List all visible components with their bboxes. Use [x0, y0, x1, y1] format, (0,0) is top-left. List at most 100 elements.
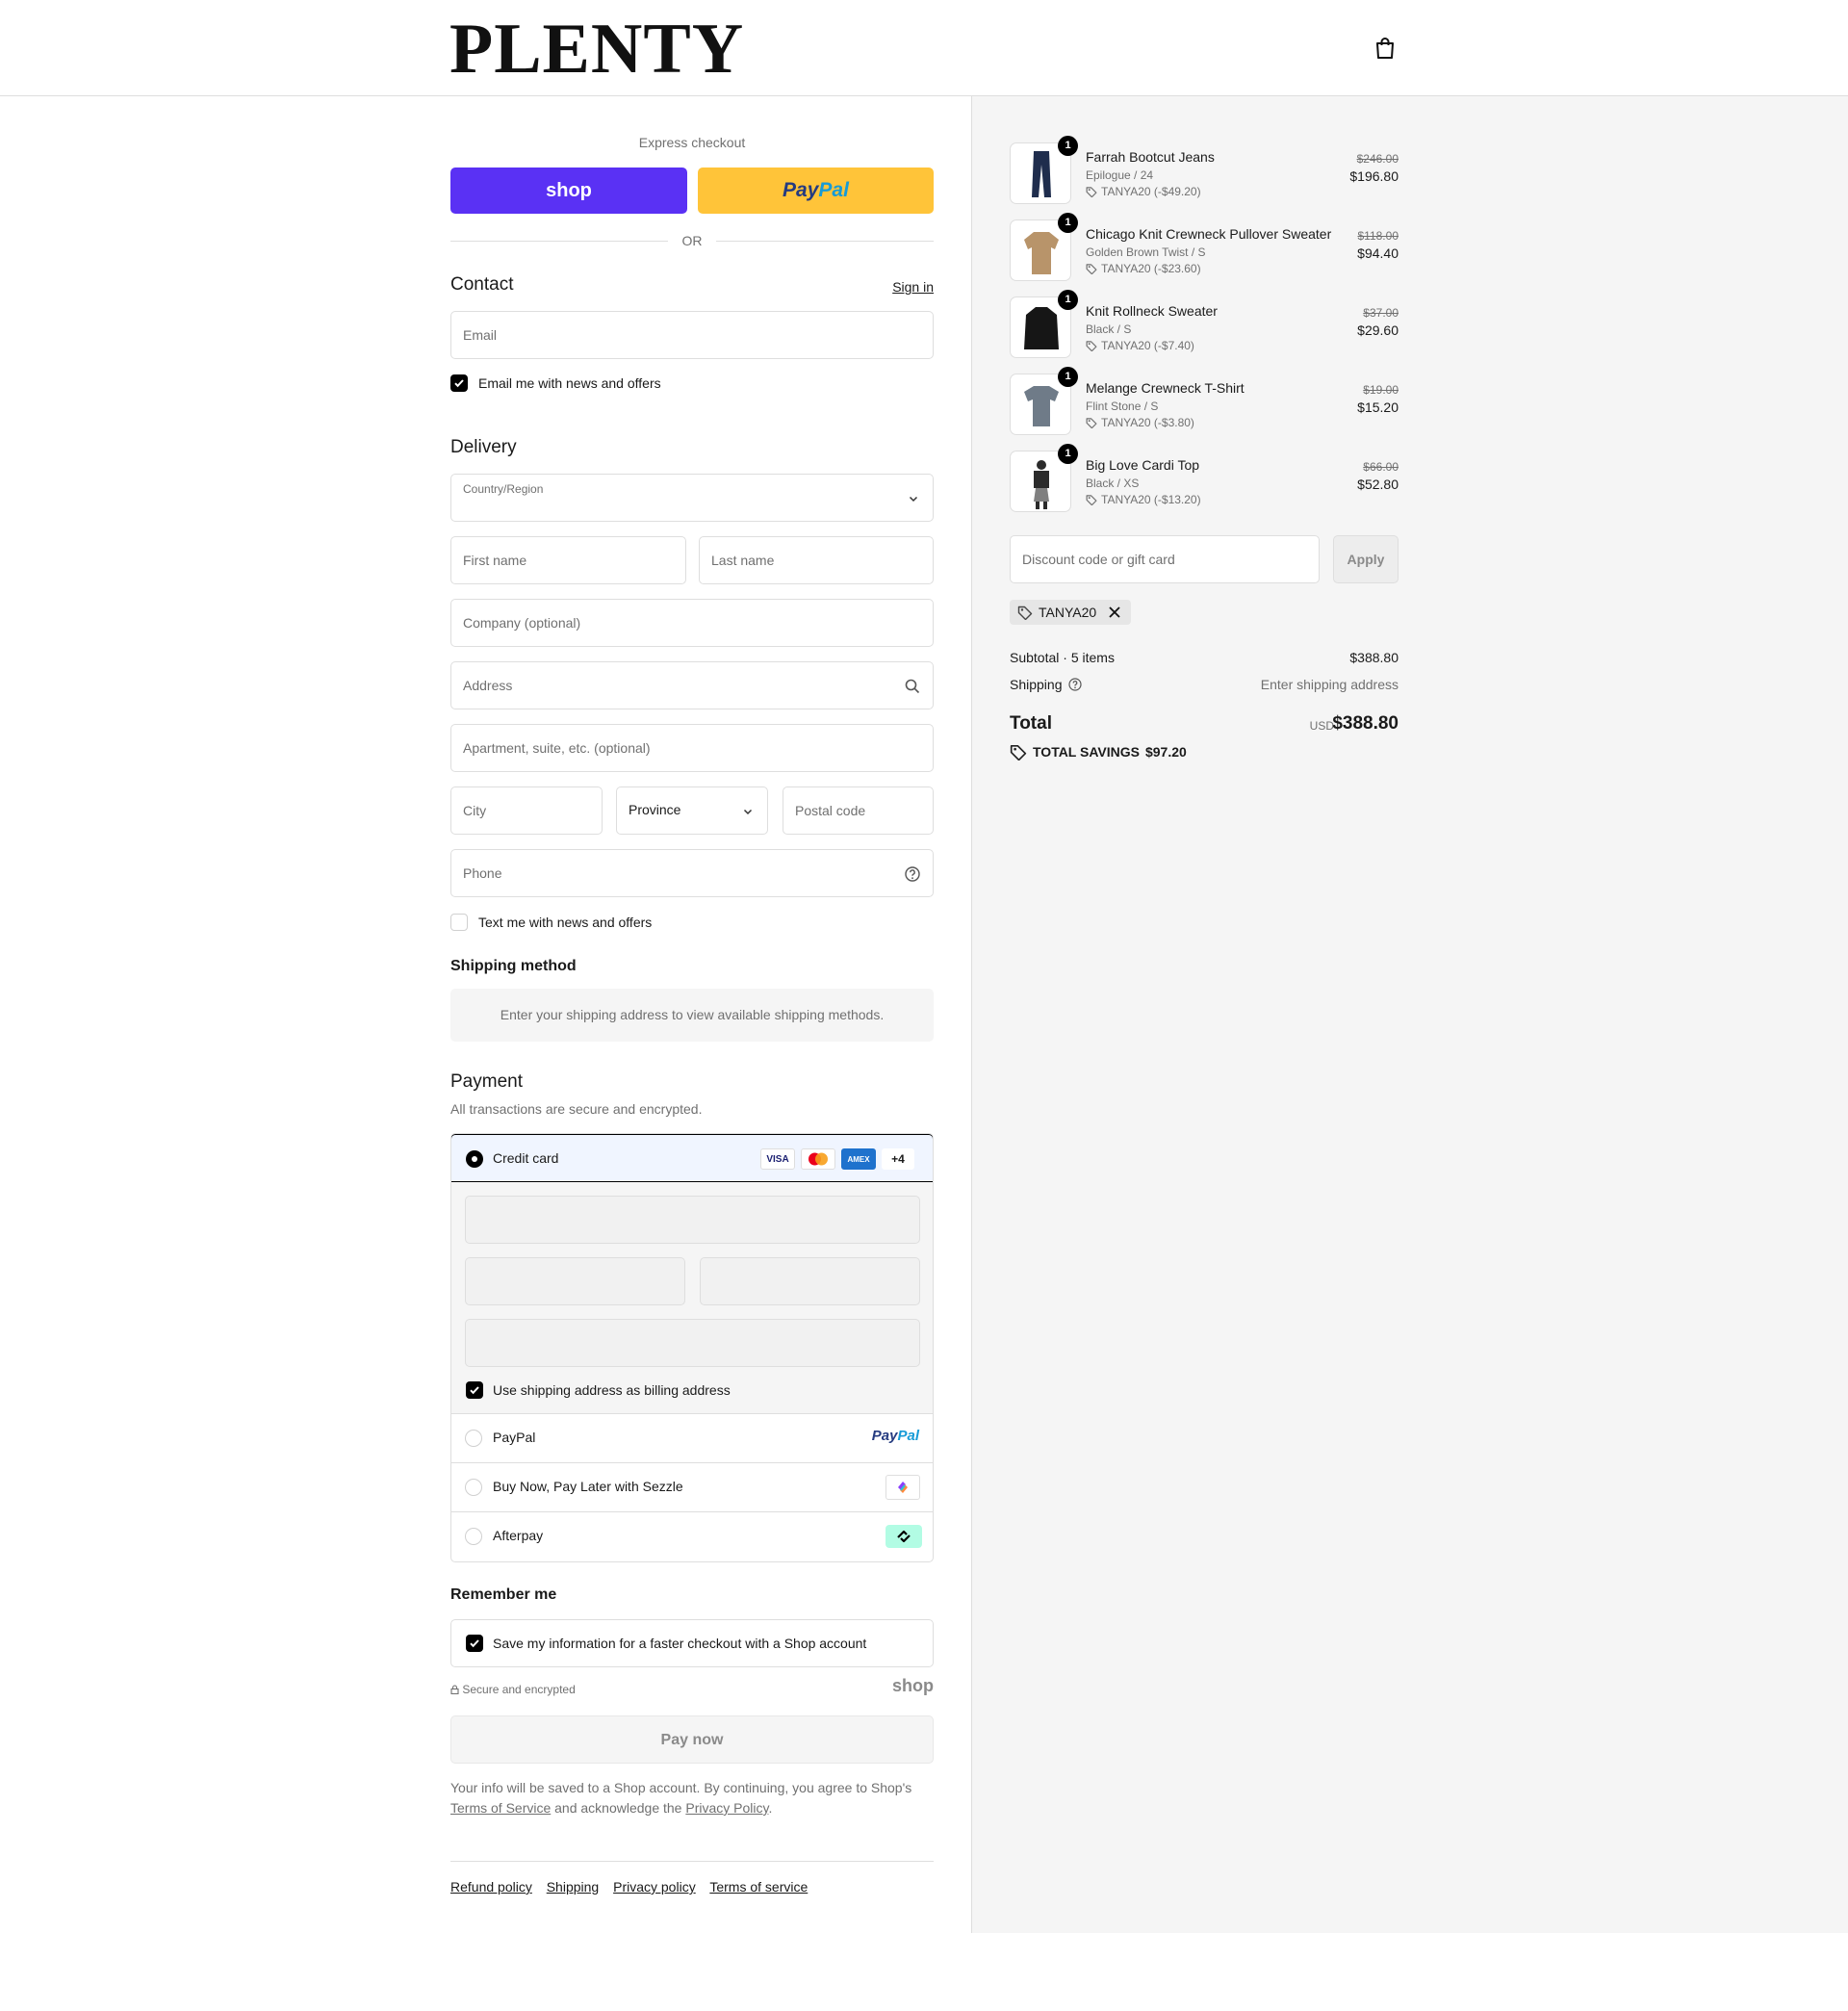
company-field[interactable]: [450, 599, 934, 647]
tag-icon: [1086, 418, 1097, 428]
address-input[interactable]: [451, 662, 933, 709]
shipping-row: Shipping Enter shipping address: [1010, 677, 1399, 692]
card-number-field[interactable]: [465, 1196, 920, 1244]
email-news-label: Email me with news and offers: [478, 375, 661, 391]
applied-discount-chip: TANYA20: [1010, 600, 1132, 625]
credit-card-option[interactable]: Credit card VISA AMEX +4: [451, 1134, 933, 1182]
credit-card-radio[interactable]: [466, 1150, 483, 1168]
postal-code-field[interactable]: [783, 786, 934, 835]
tag-icon: [1010, 744, 1027, 761]
brand-logo[interactable]: PLENTY: [449, 13, 744, 85]
product-price: $196.80: [1349, 168, 1399, 184]
afterpay-label: Afterpay: [493, 1528, 544, 1543]
save-info-checkbox[interactable]: [466, 1635, 483, 1652]
email-input[interactable]: [451, 312, 933, 358]
discount-code-field[interactable]: [1010, 535, 1320, 583]
shop-logo: shop: [892, 1676, 934, 1695]
phone-input[interactable]: [451, 850, 933, 896]
apply-discount-button[interactable]: Apply: [1333, 535, 1399, 583]
footer-link-privacy-policy[interactable]: Privacy policy: [613, 1879, 696, 1895]
paypal-express-button[interactable]: Pay Pal: [698, 168, 934, 214]
secure-label: Secure and encrypted: [462, 1683, 576, 1696]
product-discount: TANYA20 (-$3.80): [1086, 416, 1194, 429]
sezzle-logo-icon: [886, 1475, 920, 1500]
afterpay-option[interactable]: Afterpay: [451, 1511, 933, 1561]
product-discount-text: TANYA20 (-$13.20): [1101, 493, 1201, 506]
card-name-field[interactable]: [465, 1319, 920, 1367]
footer-link-terms-of-service[interactable]: Terms of service: [709, 1879, 808, 1895]
shop-pay-button[interactable]: shop: [450, 168, 687, 214]
shopping-bag-icon[interactable]: [1374, 37, 1396, 60]
first-name-input[interactable]: [451, 537, 685, 583]
company-input[interactable]: [451, 600, 933, 646]
footer-link-refund-policy[interactable]: Refund policy: [450, 1879, 532, 1895]
tag-icon: [1086, 495, 1097, 505]
product-variant: Epilogue / 24: [1086, 168, 1154, 182]
total-savings: TOTAL SAVINGS $97.20: [1010, 743, 1187, 761]
remove-discount-icon[interactable]: [1108, 606, 1121, 619]
last-name-input[interactable]: [700, 537, 933, 583]
paypal-radio[interactable]: [465, 1430, 482, 1447]
paypal-logo: PayPal: [872, 1428, 919, 1444]
country-select[interactable]: Country/Region: [450, 474, 934, 522]
chevron-down-icon: [909, 496, 918, 503]
terms-of-service-link[interactable]: Terms of Service: [450, 1800, 551, 1816]
quantity-badge: 1: [1058, 444, 1078, 464]
card-expiry-field[interactable]: [465, 1257, 685, 1305]
privacy-policy-link[interactable]: Privacy Policy: [685, 1800, 768, 1816]
address-field[interactable]: [450, 661, 934, 709]
text-news-checkbox[interactable]: [450, 914, 468, 931]
delivery-title: Delivery: [450, 437, 517, 457]
product-name: Knit Rollneck Sweater: [1086, 303, 1218, 319]
paypal-option[interactable]: PayPal PayPal: [451, 1413, 933, 1462]
help-icon[interactable]: [904, 865, 921, 883]
applied-discount-code: TANYA20: [1039, 605, 1097, 620]
discount-code-input[interactable]: [1011, 536, 1319, 582]
product-name: Big Love Cardi Top: [1086, 457, 1200, 473]
sezzle-radio[interactable]: [465, 1479, 482, 1496]
first-name-field[interactable]: [450, 536, 686, 584]
email-news-checkbox[interactable]: [450, 374, 468, 392]
check-icon: [470, 1386, 479, 1395]
product-discount: TANYA20 (-$13.20): [1086, 493, 1201, 506]
footer-link-shipping[interactable]: Shipping: [547, 1879, 600, 1895]
sign-in-link[interactable]: Sign in: [892, 279, 934, 295]
phone-field[interactable]: [450, 849, 934, 897]
afterpay-radio[interactable]: [465, 1528, 482, 1545]
postal-code-input[interactable]: [783, 787, 933, 834]
product-discount-text: TANYA20 (-$3.80): [1101, 416, 1194, 429]
search-icon: [905, 679, 920, 694]
subtotal-value: $388.80: [1349, 650, 1399, 665]
shipping-value: Enter shipping address: [1260, 677, 1399, 692]
payment-subtitle: All transactions are secure and encrypte…: [450, 1101, 703, 1117]
pay-now-button[interactable]: Pay now: [450, 1715, 934, 1764]
help-icon[interactable]: [1068, 678, 1082, 691]
product-original-price: $37.00: [1363, 306, 1399, 320]
apartment-field[interactable]: [450, 724, 934, 772]
express-checkout-label: Express checkout: [638, 135, 746, 150]
legal-text-2: and acknowledge the: [554, 1800, 682, 1816]
afterpay-logo-icon: [886, 1525, 922, 1548]
quantity-badge: 1: [1058, 213, 1078, 233]
paypal-label: PayPal: [493, 1430, 536, 1445]
product-name: Melange Crewneck T-Shirt: [1086, 380, 1245, 396]
save-info-label: Save my information for a faster checkou…: [493, 1636, 867, 1651]
product-discount-text: TANYA20 (-$7.40): [1101, 339, 1194, 352]
city-input[interactable]: [451, 787, 602, 834]
billing-address-label: Use shipping address as billing address: [493, 1382, 731, 1398]
apartment-input[interactable]: [451, 725, 933, 771]
text-news-label: Text me with news and offers: [478, 915, 653, 930]
card-cvv-field[interactable]: [700, 1257, 920, 1305]
credit-card-label: Credit card: [493, 1150, 559, 1166]
paypal-logo-pal: Pal: [818, 179, 849, 201]
billing-address-checkbox[interactable]: [466, 1381, 483, 1399]
city-field[interactable]: [450, 786, 603, 835]
sezzle-option[interactable]: Buy Now, Pay Later with Sezzle: [451, 1462, 933, 1511]
email-field[interactable]: [450, 311, 934, 359]
visa-icon: VISA: [760, 1148, 795, 1170]
country-label: Country/Region: [463, 482, 544, 496]
last-name-field[interactable]: [699, 536, 934, 584]
check-icon: [470, 1639, 479, 1648]
tag-icon: [1086, 264, 1097, 274]
province-select[interactable]: Province: [616, 786, 768, 835]
